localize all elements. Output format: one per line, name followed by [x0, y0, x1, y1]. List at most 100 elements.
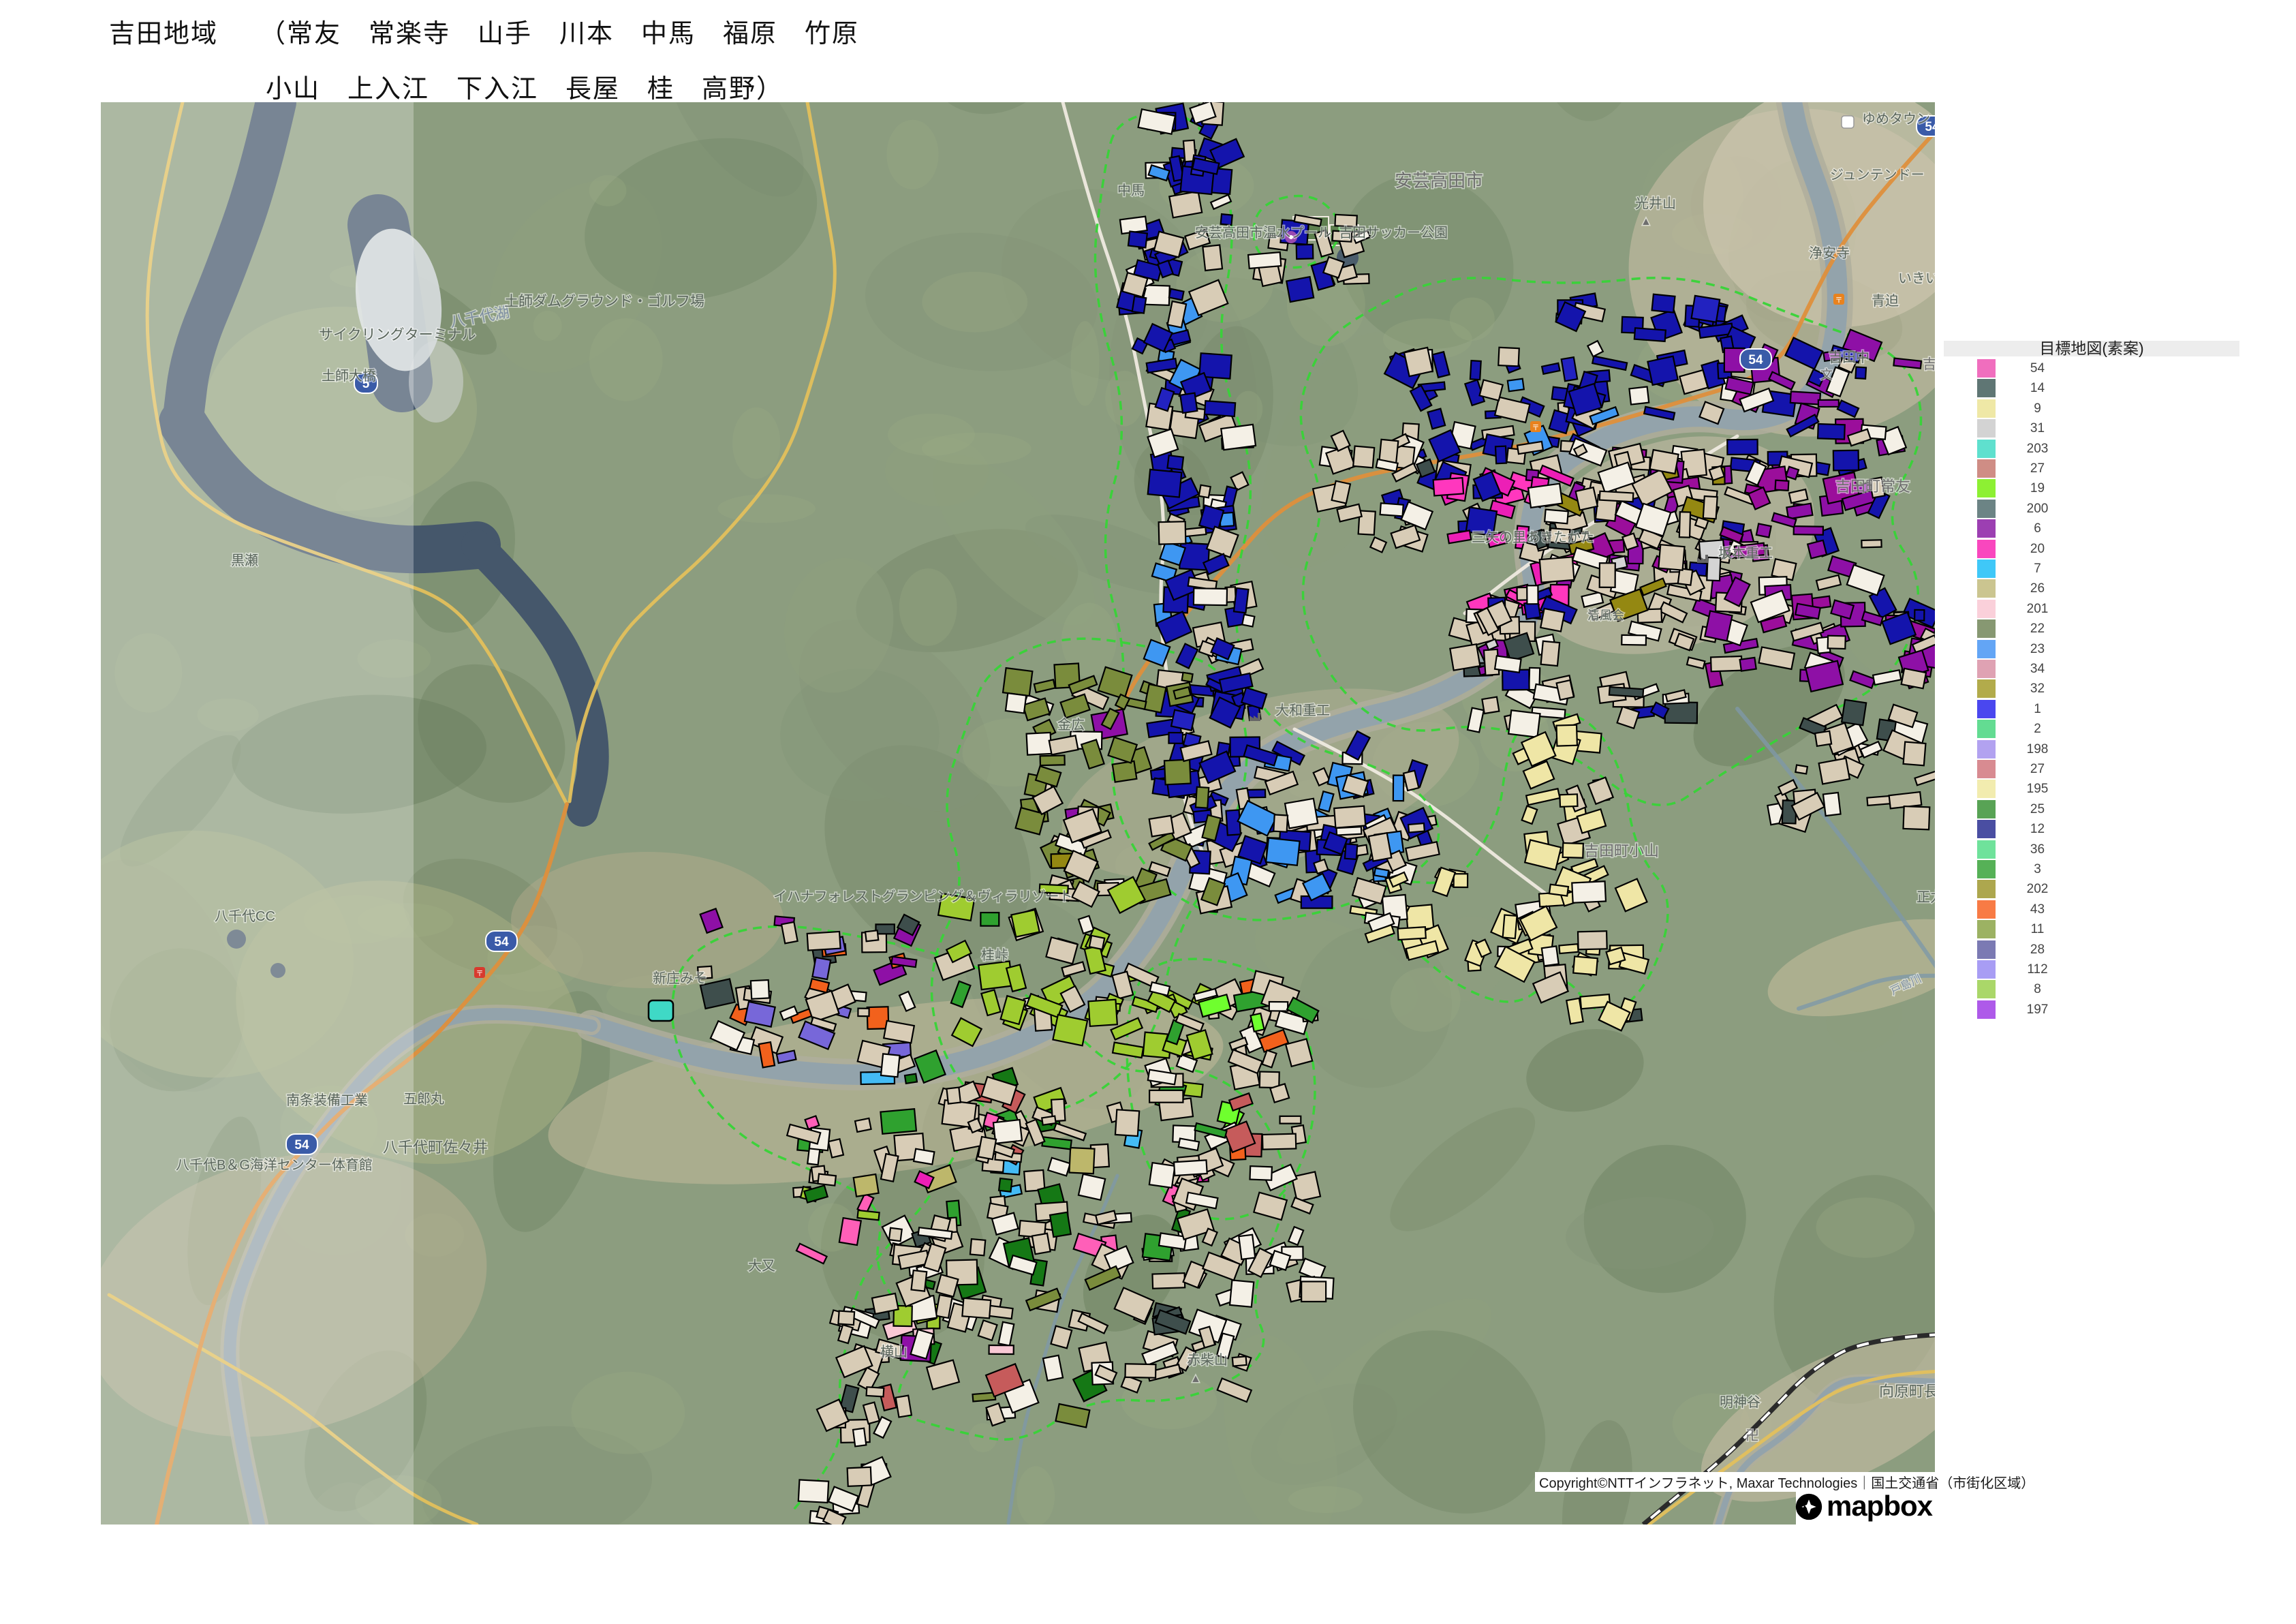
map-label: 五郎丸: [403, 1091, 444, 1107]
map-canvas[interactable]: 〒〒〒545454545八千代湖土師ダムグラウンド・ゴルフ場サイクリングターミナ…: [101, 102, 1935, 1525]
legend-value: 27: [2008, 459, 2066, 478]
svg-text:〒: 〒: [1835, 296, 1843, 305]
legend-swatch: [1977, 579, 1996, 598]
legend-value: 28: [2008, 940, 2066, 959]
legend-value: 34: [2008, 660, 2066, 678]
legend-title: 目標地図(素案): [2039, 339, 2143, 357]
map-label: ジュンテンドー: [1830, 168, 1925, 183]
legend-value: 1: [2008, 700, 2066, 718]
map-label: サイクリングターミナル: [319, 327, 476, 343]
store-icon: [1842, 116, 1854, 128]
legend-swatch: [1977, 359, 1996, 378]
map-label: 黒瀬: [231, 553, 258, 568]
legend-value: 197: [2008, 1000, 2066, 1019]
legend-swatch: [1977, 940, 1996, 959]
map-label: 光井山: [1635, 196, 1676, 211]
legend-value: 31: [2008, 419, 2066, 438]
legend-swatch: [1977, 560, 1996, 578]
legend-swatch: [1977, 1000, 1996, 1019]
map-label: 安芸高田市: [1395, 170, 1483, 191]
title-line2: 小山 上入江 下入江 長屋 桂 高野）: [266, 67, 859, 105]
attribution-text: Copyright©NTTインフラネット, Maxar Technologies…: [1539, 1472, 2034, 1492]
legend-swatch: [1977, 679, 1996, 698]
map-label: 大和重工: [1275, 703, 1330, 718]
legend-swatch: [1977, 920, 1996, 938]
page: 吉田地域 （常友 常楽寺 山手 川本 中馬 福原 竹原 小山 上入江 下入江 長…: [0, 0, 2296, 1624]
legend-swatch: [1977, 619, 1996, 638]
legend-swatch: [1977, 440, 1996, 458]
map-label: 安芸高田市温水プール: [1195, 225, 1331, 241]
legend-value: 8: [2008, 980, 2066, 998]
legend-swatch: [1977, 740, 1996, 759]
legend-swatch: [1977, 399, 1996, 418]
legend-value: 54: [2008, 359, 2066, 378]
map-label: ▲: [1190, 1373, 1201, 1385]
svg-text:〒: 〒: [1532, 424, 1540, 432]
legend-value: 22: [2008, 619, 2066, 638]
map-label: ▲: [1641, 216, 1651, 228]
legend-swatch: [1977, 700, 1996, 718]
legend-swatch: [1977, 800, 1996, 818]
map-label: イハナフォレストグランピング＆ヴィラリゾート: [773, 889, 1073, 904]
legend-swatch: [1977, 980, 1996, 998]
legend-swatch: [1977, 459, 1996, 478]
map-label: 横山: [880, 1344, 907, 1360]
legend-value: 198: [2008, 740, 2066, 759]
map-label: 明神谷: [1720, 1394, 1760, 1410]
legend-swatch: [1977, 760, 1996, 778]
svg-text:〒: 〒: [476, 970, 484, 978]
map-label: いきいきの里: [1898, 271, 1935, 286]
map-label: 吉田中: [1829, 350, 1870, 365]
legend-swatch: [1977, 660, 1996, 678]
map-label: 向原町長田: [1879, 1383, 1935, 1400]
legend-swatch: [1977, 519, 1996, 538]
legend-swatch: [1977, 379, 1996, 397]
map-label: 吉田町常友: [1835, 478, 1910, 495]
map-label: 金広: [1057, 717, 1085, 733]
legend-value: 36: [2008, 840, 2066, 859]
map-label: 清風会: [1587, 609, 1624, 622]
map-label: 南条装備工業: [286, 1092, 368, 1108]
legend-value: 25: [2008, 800, 2066, 818]
legend-value: 202: [2008, 880, 2066, 898]
mapbox-wordmark: mapbox: [1827, 1490, 1932, 1522]
legend-swatch: [1977, 960, 1996, 979]
svg-text:54: 54: [494, 935, 509, 949]
legend-swatch: [1977, 540, 1996, 558]
legend-value: 3: [2008, 860, 2066, 878]
legend-swatch: [1977, 900, 1996, 919]
map-label: 三矢の里あきたかた: [1472, 530, 1594, 545]
white-overlay-band: [101, 102, 414, 1525]
legend-value: 12: [2008, 820, 2066, 838]
map-attribution: Copyright©NTTインフラネット, Maxar Technologies…: [1535, 1472, 1938, 1492]
legend-swatch: [1977, 780, 1996, 798]
legend-header: 目標地図(素案): [1944, 341, 2239, 356]
map-label: ゆめタウン: [1862, 111, 1930, 127]
legend-value: 203: [2008, 440, 2066, 458]
title-line1: 吉田地域 （常友 常楽寺 山手 川本 中馬 福原 竹原: [109, 12, 859, 50]
page-title: 吉田地域 （常友 常楽寺 山手 川本 中馬 福原 竹原 小山 上入江 下入江 長…: [109, 12, 859, 105]
map-label: 八千代町佐々井: [383, 1139, 488, 1156]
legend-swatch: [1977, 419, 1996, 438]
map-label: 八千代CC: [215, 908, 275, 924]
satellite-map: 〒〒〒545454545八千代湖土師ダムグラウンド・ゴルフ場サイクリングターミナ…: [101, 102, 1935, 1525]
map-label: 赤柴山: [1187, 1352, 1228, 1368]
legend-swatch: [1977, 880, 1996, 898]
legend-value: 200: [2008, 500, 2066, 518]
legend-swatch: [1977, 600, 1996, 618]
mapbox-logo[interactable]: mapbox: [1796, 1492, 1935, 1525]
map-label: 青迫: [1872, 293, 1899, 309]
legend-value: 19: [2008, 479, 2066, 497]
map-label: 浄安寺: [1809, 245, 1850, 261]
legend-swatch: [1977, 720, 1996, 738]
legend-swatch: [1977, 860, 1996, 878]
map-label: 大又: [748, 1258, 775, 1274]
map-label: 正力: [1917, 889, 1935, 905]
legend-value: 6: [2008, 519, 2066, 538]
legend-value: 23: [2008, 640, 2066, 658]
teal-parcel: [649, 1000, 673, 1021]
map-label: 坂本重工: [1718, 545, 1773, 561]
legend-value: 2: [2008, 720, 2066, 738]
svg-text:54: 54: [294, 1138, 309, 1152]
legend-value: 7: [2008, 560, 2066, 578]
